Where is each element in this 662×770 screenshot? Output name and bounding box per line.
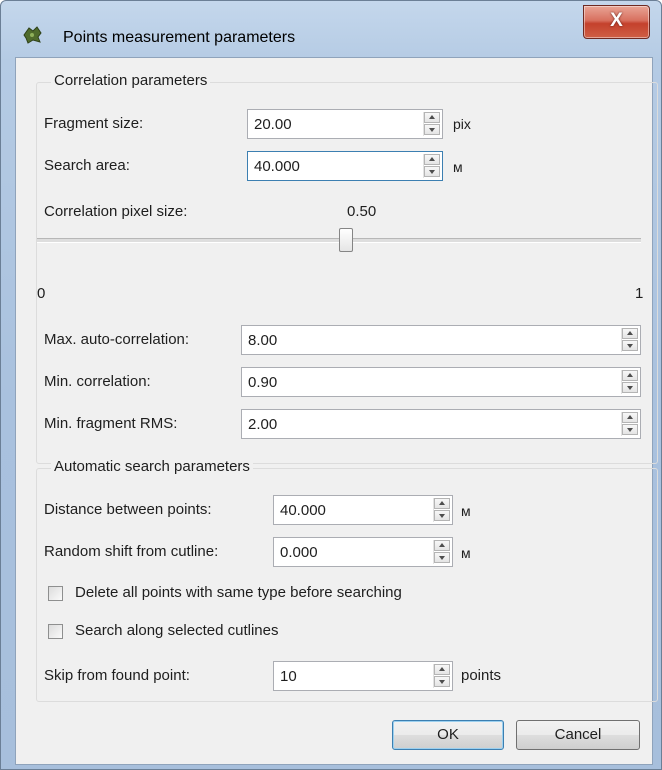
search-area-unit: м: [453, 159, 463, 175]
group-title-automatic: Automatic search parameters: [51, 458, 253, 475]
distance-unit: м: [461, 503, 471, 519]
spin-down-icon[interactable]: [434, 510, 450, 521]
window-title: Points measurement parameters: [63, 29, 296, 46]
random-shift-input[interactable]: 0.000: [273, 537, 453, 567]
along-cutlines-label[interactable]: Search along selected cutlines: [75, 622, 278, 639]
spin-down-icon[interactable]: [434, 552, 450, 563]
distance-input[interactable]: 40.000: [273, 495, 453, 525]
min-correlation-label: Min. correlation:: [44, 373, 151, 390]
max-autocorrelation-label: Max. auto-correlation:: [44, 331, 190, 348]
automatic-search-group: Automatic search parameters Distance bet…: [36, 458, 658, 702]
max-autocorrelation-value: 8.00: [248, 332, 278, 349]
spin-up-icon[interactable]: [424, 154, 440, 165]
min-fragment-rms-label: Min. fragment RMS:: [44, 415, 178, 432]
skip-value: 10: [280, 668, 297, 685]
spin-up-icon[interactable]: [434, 540, 450, 551]
spin-down-icon[interactable]: [622, 382, 638, 393]
random-shift-spinner[interactable]: [433, 540, 450, 564]
ok-button[interactable]: OK: [392, 720, 504, 750]
spin-down-icon[interactable]: [622, 340, 638, 351]
search-area-label: Search area:: [44, 157, 130, 174]
title-bar[interactable]: Points measurement parameters X: [1, 1, 661, 57]
close-button[interactable]: X: [583, 5, 650, 39]
spin-down-icon[interactable]: [622, 424, 638, 435]
skip-unit: points: [461, 667, 502, 684]
max-autocorrelation-input[interactable]: 8.00: [241, 325, 641, 355]
spin-up-icon[interactable]: [424, 112, 440, 123]
fragment-size-label: Fragment size:: [44, 115, 144, 132]
slider-min-label: 0: [37, 285, 46, 302]
delete-all-label[interactable]: Delete all points with same type before …: [75, 584, 402, 601]
search-area-value: 40.000: [254, 158, 300, 175]
spin-up-icon[interactable]: [622, 328, 638, 339]
skip-spinner[interactable]: [433, 664, 450, 688]
distance-value: 40.000: [280, 502, 326, 519]
pixel-size-slider-thumb[interactable]: [339, 228, 353, 252]
dialog-window: Points measurement parameters X Correlat…: [0, 0, 662, 770]
min-correlation-input[interactable]: 0.90: [241, 367, 641, 397]
correlation-parameters-group: Correlation parameters Fragment size: 20…: [36, 72, 658, 464]
close-icon: X: [610, 10, 623, 31]
spin-up-icon[interactable]: [622, 412, 638, 423]
max-autocorrelation-spinner[interactable]: [621, 328, 638, 352]
min-fragment-rms-value: 2.00: [248, 416, 278, 433]
fragment-size-input[interactable]: 20.00: [247, 109, 443, 139]
slider-max-label: 1: [635, 285, 644, 302]
app-icon: [23, 26, 42, 44]
delete-all-checkbox[interactable]: [48, 586, 63, 601]
min-fragment-rms-spinner[interactable]: [621, 412, 638, 436]
cancel-button[interactable]: Cancel: [516, 720, 640, 750]
search-area-spinner[interactable]: [423, 154, 440, 178]
min-correlation-value: 0.90: [248, 374, 278, 391]
skip-label: Skip from found point:: [44, 667, 190, 684]
skip-input[interactable]: 10: [273, 661, 453, 691]
min-fragment-rms-input[interactable]: 2.00: [241, 409, 641, 439]
random-shift-unit: м: [461, 545, 471, 561]
spin-down-icon[interactable]: [424, 124, 440, 135]
along-cutlines-checkbox[interactable]: [48, 624, 63, 639]
distance-label: Distance between points:: [44, 501, 212, 518]
spin-down-icon[interactable]: [424, 166, 440, 177]
pixel-size-value: 0.50: [347, 203, 377, 220]
fragment-size-value: 20.00: [254, 116, 292, 133]
random-shift-label: Random shift from cutline:: [44, 543, 219, 560]
spin-down-icon[interactable]: [434, 676, 450, 687]
spin-up-icon[interactable]: [434, 498, 450, 509]
group-title-correlation: Correlation parameters: [51, 72, 211, 89]
search-area-input[interactable]: 40.000: [247, 151, 443, 181]
min-correlation-spinner[interactable]: [621, 370, 638, 394]
fragment-size-unit: pix: [453, 116, 471, 132]
dialog-body: Correlation parameters Fragment size: 20…: [15, 57, 658, 765]
pixel-size-label: Correlation pixel size:: [44, 203, 188, 220]
spin-up-icon[interactable]: [622, 370, 638, 381]
spin-up-icon[interactable]: [434, 664, 450, 675]
distance-spinner[interactable]: [433, 498, 450, 522]
fragment-size-spinner[interactable]: [423, 112, 440, 136]
random-shift-value: 0.000: [280, 544, 318, 561]
